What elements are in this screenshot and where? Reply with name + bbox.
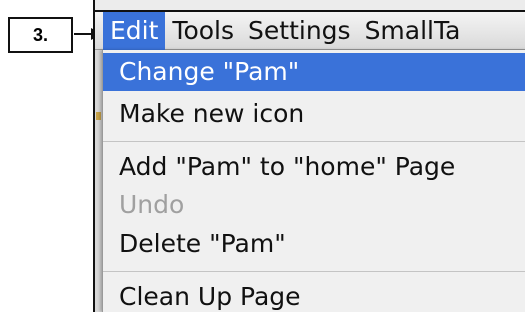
menu-settings[interactable]: Settings bbox=[241, 12, 358, 50]
menu-smalltalk[interactable]: SmallTa bbox=[358, 12, 468, 50]
menu-edit[interactable]: Edit bbox=[103, 11, 166, 50]
edit-menu-dropdown: Change "Pam" Make new icon Add "Pam" to … bbox=[102, 50, 525, 312]
menu-item-clean-up-page[interactable]: Clean Up Page bbox=[103, 278, 525, 312]
menu-bar: Edit Tools Settings SmallTa bbox=[95, 10, 525, 50]
menu-item-change[interactable]: Change "Pam" bbox=[103, 53, 525, 91]
background-fragment bbox=[96, 112, 101, 120]
screenshot-crop: Edit Tools Settings SmallTa Change "Pam"… bbox=[93, 0, 525, 312]
menu-item-delete[interactable]: Delete "Pam" bbox=[103, 225, 525, 263]
menu-separator bbox=[103, 141, 525, 142]
menu-separator bbox=[103, 271, 525, 272]
menu-item-add-to-page[interactable]: Add "Pam" to "home" Page bbox=[103, 148, 525, 186]
menu-tools[interactable]: Tools bbox=[165, 12, 241, 50]
menu-item-undo: Undo bbox=[119, 190, 185, 219]
background-strip bbox=[95, 50, 102, 312]
menu-item-make-new-icon[interactable]: Make new icon bbox=[103, 95, 525, 133]
step-number-badge: 3. bbox=[8, 17, 73, 53]
tutorial-figure: 3. Edit Tools Settings SmallTa Change "P… bbox=[0, 0, 525, 312]
